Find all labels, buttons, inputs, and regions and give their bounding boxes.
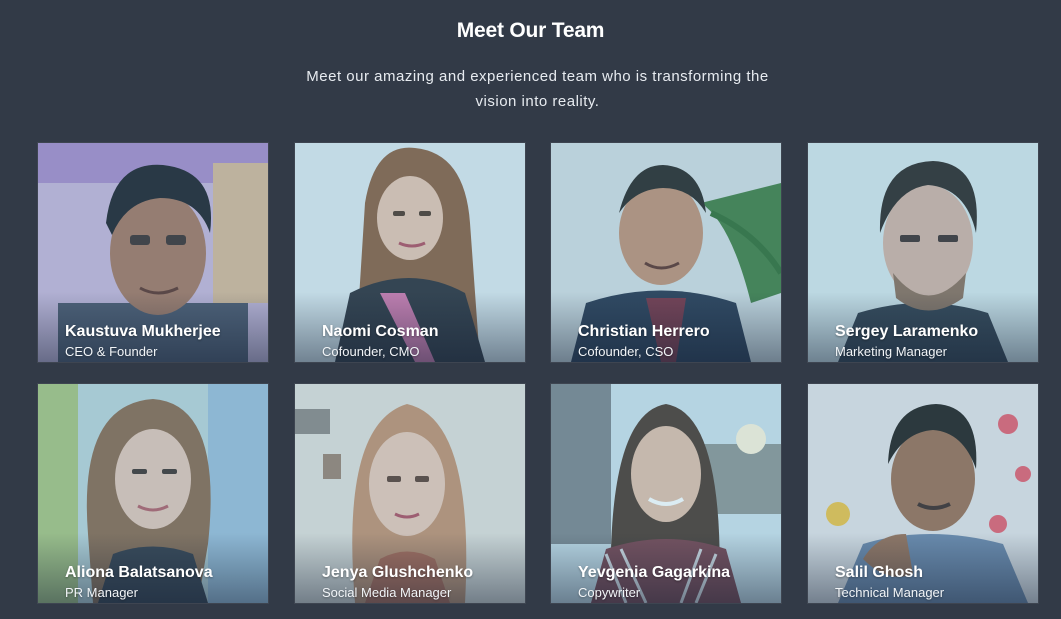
member-name: Salil Ghosh	[835, 564, 924, 581]
member-role: Copywriter	[578, 585, 641, 600]
member-name: Christian Herrero	[578, 323, 710, 340]
member-name: Aliona Balatsanova	[65, 564, 213, 581]
member-role: Technical Manager	[835, 585, 945, 600]
member-role: Social Media Manager	[322, 585, 452, 600]
team-card-christian[interactable]: Christian Herrero Cofounder, CSO	[551, 143, 781, 362]
team-card-kaustuva[interactable]: Kaustuva Mukherjee CEO & Founder	[38, 143, 268, 362]
member-name: Naomi Cosman	[322, 323, 439, 340]
section-title: Meet Our Team	[456, 19, 605, 43]
member-name: Sergey Laramenko	[835, 323, 979, 340]
member-name: Jenya Glushchenko	[322, 564, 474, 581]
member-name: Yevgenia Gagarkina	[578, 564, 731, 581]
member-role: Cofounder, CMO	[322, 344, 420, 359]
team-card-jenya[interactable]: Jenya Glushchenko Social Media Manager	[295, 384, 525, 603]
team-card-aliona[interactable]: Aliona Balatsanova PR Manager	[38, 384, 268, 603]
member-name: Kaustuva Mukherjee	[65, 323, 221, 340]
team-card-salil[interactable]: Salil Ghosh Technical Manager	[808, 384, 1038, 603]
team-card-naomi[interactable]: Naomi Cosman Cofounder, CMO	[295, 143, 525, 362]
member-role: Marketing Manager	[835, 344, 947, 359]
section-subtitle: Meet our amazing and experienced team wh…	[306, 68, 769, 110]
member-role: CEO & Founder	[65, 344, 158, 359]
member-role: PR Manager	[65, 585, 138, 600]
team-card-sergey[interactable]: Sergey Laramenko Marketing Manager	[808, 143, 1038, 362]
team-card-yevgenia[interactable]: Yevgenia Gagarkina Copywriter	[551, 384, 781, 603]
member-role: Cofounder, CSO	[578, 344, 674, 359]
